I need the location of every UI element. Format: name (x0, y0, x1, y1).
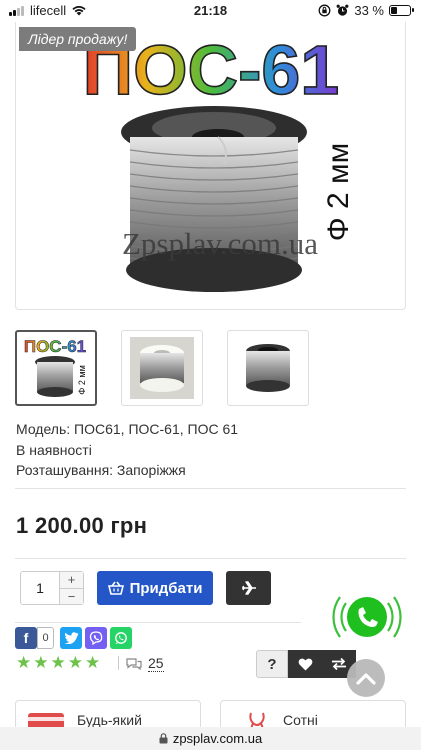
compare-arrows-icon (332, 657, 346, 671)
product-price: 1 200.00 грн (16, 513, 148, 538)
share-buttons: f 0 (15, 627, 132, 649)
viber-icon (89, 631, 103, 645)
divider (118, 656, 119, 670)
star-icon: ★ (50, 653, 66, 672)
comments-icon (126, 657, 142, 670)
image-watermark-text: Zpsplav.com.ua (122, 226, 318, 261)
battery-level (391, 7, 397, 14)
twitter-share-button[interactable] (60, 627, 82, 649)
quantity-stepper: 1 + − (20, 571, 84, 605)
url-domain: zpsplav.com.ua (172, 731, 263, 746)
quantity-decrease-button[interactable]: − (60, 587, 83, 604)
divider (15, 622, 301, 623)
info-card-hundreds-label: Сотні (283, 712, 318, 728)
buy-button-label: Придбати (129, 579, 203, 597)
thumbnail-side-text: Φ 2 мм (77, 365, 87, 395)
product-actions: ? (256, 650, 356, 678)
lock-rotation-icon (318, 4, 331, 17)
status-bar: lifecell 21:18 33 % (0, 0, 421, 22)
info-card-payment-label: Будь-який (77, 712, 142, 728)
product-info: Модель: ПОС61, ПОС-61, ПОС 61 В наявност… (16, 419, 238, 481)
star-icon: ★ (85, 653, 101, 672)
twitter-icon (64, 632, 78, 644)
divider (15, 488, 406, 489)
bestseller-badge: Лідер продажу! (19, 27, 137, 51)
browser-url-bar[interactable]: zpsplav.com.ua (0, 727, 421, 750)
product-main-image[interactable]: Лідер продажу! ПОС-61 Zpsplav.com.ua Φ 2… (15, 22, 406, 310)
status-right: 33 % (318, 3, 414, 18)
star-icon: ★ (67, 653, 83, 672)
battery-percent: 33 % (354, 3, 384, 18)
whatsapp-share-button[interactable] (110, 627, 132, 649)
divider (15, 558, 406, 559)
scroll-to-top-button[interactable] (347, 659, 385, 697)
facebook-share-count: 0 (37, 627, 54, 649)
image-diameter-text: Φ 2 мм (322, 143, 355, 242)
reviews-link[interactable]: 25 (125, 655, 164, 672)
thumbnail-2[interactable] (121, 330, 203, 406)
viber-share-button[interactable] (85, 627, 107, 649)
whatsapp-icon (115, 632, 127, 644)
quantity-input[interactable]: 1 (21, 572, 59, 604)
thumbnail-strip: ПОС-61 Φ 2 мм (15, 330, 309, 406)
solder-spool-image: ПОС-61 Zpsplav.com.ua Φ 2 мм (82, 30, 355, 292)
facebook-icon: f (23, 630, 29, 646)
airplane-icon (241, 581, 256, 595)
alarm-icon (336, 4, 349, 16)
quick-order-button[interactable] (226, 571, 271, 605)
chevron-up-icon (356, 672, 376, 685)
buy-button[interactable]: Придбати (97, 571, 213, 605)
ask-question-button[interactable]: ? (256, 650, 288, 678)
thumbnail-1[interactable]: ПОС-61 Φ 2 мм (15, 330, 97, 406)
lock-icon (159, 733, 168, 744)
star-rating[interactable]: ★ ★ ★ ★ ★ (16, 654, 100, 672)
star-icon: ★ (16, 653, 32, 672)
heart-icon (298, 658, 312, 670)
facebook-share-button[interactable]: f (15, 627, 37, 649)
quantity-increase-button[interactable]: + (60, 572, 83, 588)
star-icon: ★ (33, 653, 49, 672)
callback-phone-button[interactable] (330, 585, 404, 649)
product-location: Розташування: Запоріжжя (16, 462, 186, 478)
thumbnail-title-text: ПОС-61 (24, 337, 86, 356)
basket-icon (107, 581, 124, 595)
battery-icon (389, 5, 414, 16)
add-to-wishlist-button[interactable] (288, 650, 322, 678)
product-availability: В наявності (16, 441, 92, 458)
reviews-count: 25 (148, 655, 164, 672)
thumbnail-3[interactable] (227, 330, 309, 406)
product-model: Модель: ПОС61, ПОС-61, ПОС 61 (16, 421, 239, 437)
